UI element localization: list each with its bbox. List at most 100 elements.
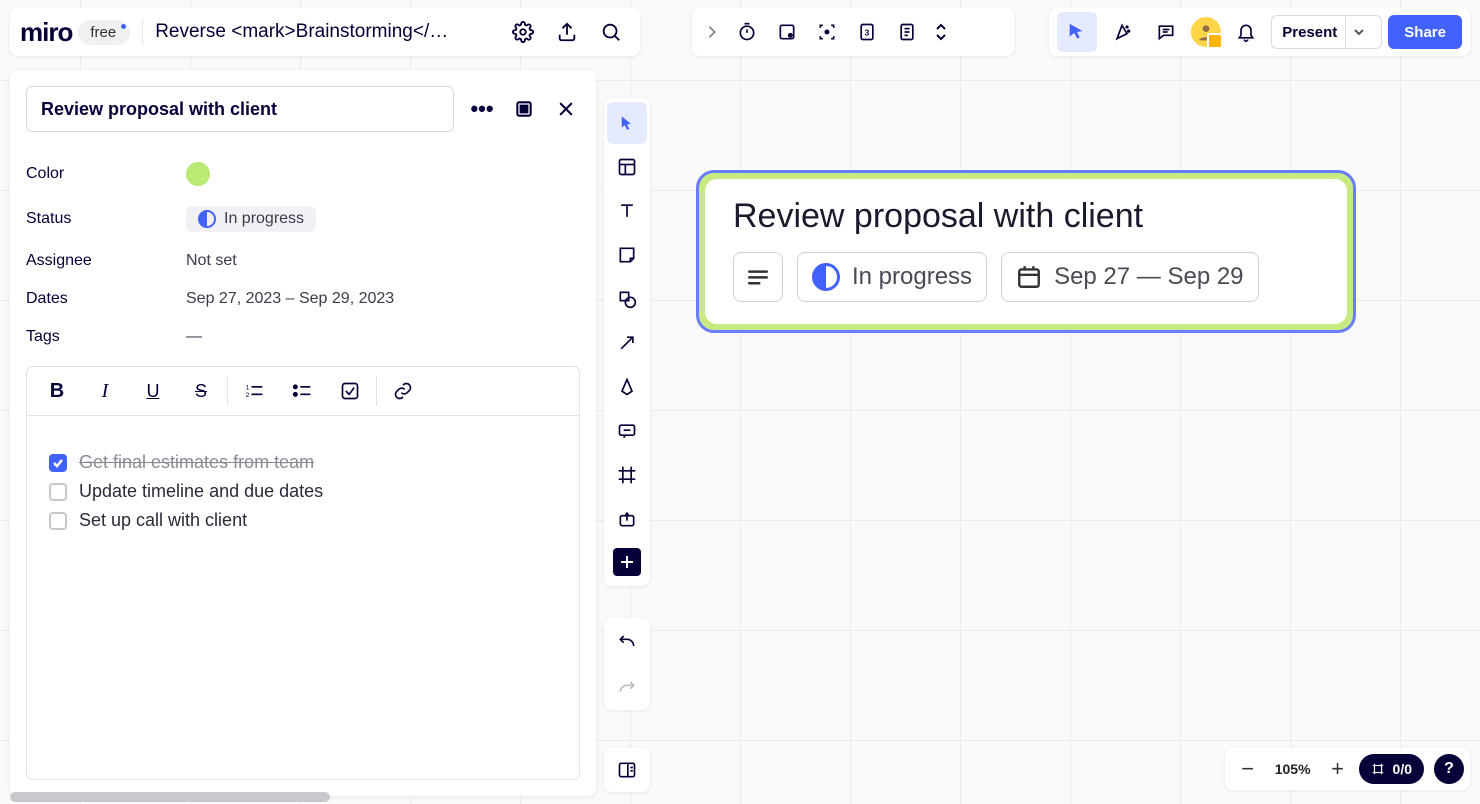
user-avatar[interactable] [1191,17,1221,47]
link-button[interactable] [379,371,427,411]
panel-close-button[interactable] [552,90,580,128]
panel-expand-button[interactable] [510,90,538,128]
bold-button[interactable]: B [33,371,81,411]
card-dates-text: Sep 27 — Sep 29 [1054,263,1243,291]
status-chip[interactable]: In progress [186,206,316,232]
zoom-out-button[interactable]: − [1231,752,1265,786]
present-dropdown[interactable] [1345,16,1371,48]
pen-tool[interactable] [607,366,647,408]
search-icon [600,21,622,43]
timer-icon [737,22,757,42]
estimation-button[interactable]: 3 [848,13,886,51]
timer-button[interactable] [728,13,766,51]
share-button[interactable]: Share [1388,15,1462,49]
vote-icon [777,22,797,42]
chevron-down-icon [1354,28,1364,36]
expand-left-button[interactable] [698,25,726,39]
half-circle-icon [198,210,216,228]
horizontal-scrollbar[interactable] [10,792,330,802]
help-button[interactable]: ? [1434,754,1464,784]
checklist-item[interactable]: Set up call with client [49,510,557,531]
redo-button[interactable] [607,667,647,707]
search-button[interactable] [592,13,630,51]
minimap-button[interactable] [604,748,650,792]
frame-tool[interactable] [607,454,647,496]
field-dates[interactable]: Dates Sep 27, 2023 – Sep 29, 2023 [26,280,580,318]
dates-label: Dates [26,290,186,308]
panel-title-input[interactable]: Review proposal with client [26,86,454,132]
bell-icon [1236,22,1256,42]
zoom-level[interactable]: 105% [1269,761,1317,777]
card-status-pill[interactable]: In progress [797,252,987,302]
svg-text:1: 1 [246,384,250,391]
unordered-list-button[interactable] [278,371,326,411]
upload-icon [556,21,578,43]
link-icon [393,381,413,401]
frame-counter[interactable]: 0/0 [1359,754,1424,784]
focus-icon [817,22,837,42]
undo-button[interactable] [607,621,647,661]
comment-tool[interactable] [607,410,647,452]
panel-icon [617,760,637,780]
checklist-text: Get final estimates from team [79,452,314,473]
text-tool[interactable] [607,190,647,232]
voting-button[interactable] [768,13,806,51]
shape-tool[interactable] [607,278,647,320]
more-tools-button[interactable] [613,548,641,576]
card-description-icon[interactable] [733,252,783,302]
comment-icon [1156,22,1176,42]
select-tool[interactable] [607,102,647,144]
comments-button[interactable] [1147,13,1185,51]
editor-body[interactable]: Get final estimates from team Update tim… [26,416,580,780]
export-button[interactable] [548,13,586,51]
top-center-bar: 3 [692,8,1014,56]
checklist-text: Update timeline and due dates [79,481,323,502]
connector-tool[interactable] [607,322,647,364]
checklist-icon [340,381,360,401]
status-value: In progress [224,210,304,228]
svg-text:2: 2 [246,392,250,399]
strike-button[interactable]: S [177,371,225,411]
top-left-bar: miro free Reverse <mark>Brainstorming</m… [10,8,640,56]
checkbox[interactable] [49,512,67,530]
detail-panel: Review proposal with client ••• Color St… [10,70,596,796]
redo-icon [617,679,637,695]
checkbox-checked[interactable] [49,454,67,472]
panel-more-button[interactable]: ••• [468,90,496,128]
cursors-button[interactable] [1057,12,1097,52]
canvas-card[interactable]: Review proposal with client In progress … [696,170,1356,333]
reactions-button[interactable] [1103,13,1141,51]
more-apps-button[interactable] [928,13,954,51]
field-color[interactable]: Color [26,152,580,196]
ordered-list-button[interactable]: 12 [230,371,278,411]
settings-button[interactable] [504,13,542,51]
italic-button[interactable]: I [81,371,129,411]
checklist-item[interactable]: Update timeline and due dates [49,481,557,502]
board-title[interactable]: Reverse <mark>Brainstorming</ma... [155,21,455,43]
checklist-button[interactable] [326,371,374,411]
field-tags[interactable]: Tags — [26,318,580,356]
notifications-button[interactable] [1227,13,1265,51]
field-assignee[interactable]: Assignee Not set [26,242,580,280]
separator [376,376,377,406]
chevrons-icon [935,23,947,41]
templates-tool[interactable] [607,146,647,188]
color-swatch[interactable] [186,162,210,186]
plan-badge[interactable]: free [78,20,130,45]
checklist-item[interactable]: Get final estimates from team [49,452,557,473]
card-title[interactable]: Review proposal with client [733,197,1319,236]
underline-button[interactable]: U [129,371,177,411]
person-icon [1196,22,1216,42]
panel-title-text: Review proposal with client [41,99,277,120]
attention-button[interactable] [808,13,846,51]
svg-text:3: 3 [865,27,870,37]
zoom-in-button[interactable]: + [1321,752,1355,786]
checkbox[interactable] [49,483,67,501]
logo[interactable]: miro [20,17,72,48]
field-status[interactable]: Status In progress [26,196,580,242]
notes-button[interactable] [888,13,926,51]
sticky-tool[interactable] [607,234,647,276]
present-button[interactable]: Present [1271,15,1382,49]
upload-tool[interactable] [607,498,647,540]
card-dates-pill[interactable]: Sep 27 — Sep 29 [1001,252,1258,302]
